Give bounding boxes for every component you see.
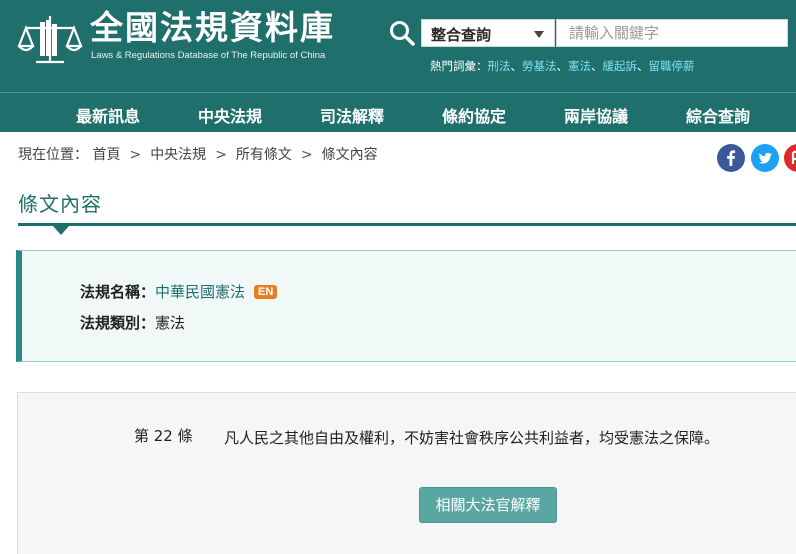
judicial-interpretation-button[interactable]: 相關大法官解釋 bbox=[419, 487, 557, 523]
law-info-panel: 法規名稱：中華民國憲法 EN 法規類別：憲法 bbox=[16, 250, 796, 362]
breadcrumb: 現在位置： 首頁 > 中央法規 > 所有條文 > 條文內容 bbox=[18, 144, 378, 164]
search-icon[interactable] bbox=[388, 19, 416, 47]
page-title: 條文內容 bbox=[18, 192, 102, 216]
breadcrumb-separator: > bbox=[129, 147, 142, 163]
breadcrumb-home[interactable]: 首頁 bbox=[92, 147, 120, 163]
hot-keyword-link[interactable]: 留職停薪 bbox=[649, 59, 695, 73]
nav-item-advanced-search[interactable]: 綜合查詢 bbox=[686, 103, 750, 127]
breadcrumb-prefix: 現在位置： bbox=[18, 147, 88, 163]
law-name-row: 法規名稱：中華民國憲法 EN bbox=[80, 281, 278, 302]
hot-keyword-link[interactable]: 憲法 bbox=[568, 59, 591, 73]
nav-item-treaties[interactable]: 條約協定 bbox=[442, 103, 506, 127]
keyword-separator: 、 bbox=[556, 59, 569, 73]
breadcrumb-separator: > bbox=[300, 147, 313, 163]
keyword-search-input[interactable] bbox=[556, 19, 788, 47]
hot-keyword-link[interactable]: 勞基法 bbox=[522, 59, 557, 73]
scales-of-justice-logo-icon[interactable] bbox=[16, 12, 84, 68]
keyword-separator: 、 bbox=[591, 59, 603, 73]
breadcrumb-current: 條文內容 bbox=[321, 147, 378, 163]
law-category-value: 憲法 bbox=[155, 314, 186, 332]
search-scope-select[interactable]: 整合查詢 bbox=[421, 19, 555, 47]
nav-item-news[interactable]: 最新訊息 bbox=[76, 103, 140, 127]
keyword-separator: 、 bbox=[637, 59, 649, 73]
plurk-icon bbox=[784, 144, 796, 172]
law-name-label: 法規名稱： bbox=[80, 283, 156, 301]
breadcrumb-all-articles[interactable]: 所有條文 bbox=[236, 147, 292, 163]
site-header: 全國法規資料庫 Laws & Regulations Database of T… bbox=[0, 0, 796, 92]
main-nav: 最新訊息 中央法規 司法解釋 條約協定 兩岸協議 綜合查詢 bbox=[0, 92, 796, 132]
article-number: 第 22 條 bbox=[134, 427, 193, 445]
english-version-badge[interactable]: EN bbox=[254, 285, 278, 299]
facebook-icon bbox=[717, 144, 745, 172]
article-content: 凡人民之其他自由及權利，不妨害社會秩序公共利益者，均受憲法之保障。 bbox=[224, 429, 720, 447]
hot-keyword-link[interactable]: 緩起訴 bbox=[603, 59, 638, 73]
hot-keywords-label: 熱門詞彙： bbox=[430, 59, 488, 73]
nav-item-cross-strait[interactable]: 兩岸協議 bbox=[564, 103, 628, 127]
article-panel: 第 22 條 凡人民之其他自由及權利，不妨害社會秩序公共利益者，均受憲法之保障。… bbox=[17, 392, 796, 554]
twitter-icon bbox=[751, 144, 779, 172]
breadcrumb-central-laws[interactable]: 中央法規 bbox=[150, 147, 206, 163]
keyword-separator: 、 bbox=[510, 59, 523, 73]
facebook-share-button[interactable] bbox=[717, 144, 745, 172]
twitter-share-button[interactable] bbox=[751, 144, 779, 172]
law-name-link[interactable]: 中華民國憲法 bbox=[155, 283, 245, 301]
law-category-label: 法規類別： bbox=[80, 314, 156, 332]
site-title[interactable]: 全國法規資料庫 bbox=[90, 8, 335, 48]
hot-keywords: 熱門詞彙：刑法、勞基法、憲法、緩起訴、留職停薪 bbox=[430, 58, 695, 74]
chevron-down-icon bbox=[534, 31, 544, 38]
title-pointer-arrow bbox=[53, 226, 69, 235]
nav-item-central-laws[interactable]: 中央法規 bbox=[198, 103, 262, 127]
plurk-share-button[interactable] bbox=[784, 144, 796, 172]
site-subtitle: Laws & Regulations Database of The Repub… bbox=[91, 50, 326, 61]
hot-keyword-link[interactable]: 刑法 bbox=[488, 59, 511, 73]
law-category-row: 法規類別：憲法 bbox=[80, 312, 185, 333]
search-scope-value: 整合查詢 bbox=[431, 26, 492, 44]
breadcrumb-separator: > bbox=[215, 147, 227, 163]
title-divider bbox=[18, 223, 796, 226]
nav-item-judicial-interpretations[interactable]: 司法解釋 bbox=[320, 103, 384, 127]
